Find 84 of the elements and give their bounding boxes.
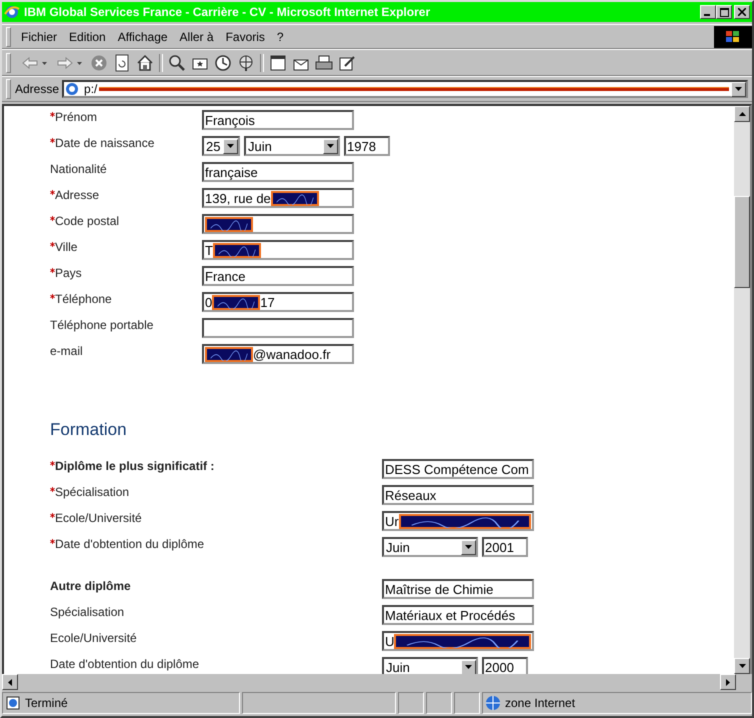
up-arrow-icon [738, 112, 746, 116]
window-title: IBM Global Services France - Carrière - CV - Microsoft Internet Explorer [24, 5, 432, 19]
scroll-down-button[interactable] [734, 658, 750, 674]
field-label: Ecole/Université [55, 511, 142, 525]
menu-item[interactable]: Fichier [15, 30, 64, 44]
text-field[interactable]: @wanadoo.fr [202, 344, 354, 364]
field-label: Pays [55, 266, 82, 280]
scroll-left-button[interactable] [2, 674, 18, 690]
search-icon[interactable] [168, 54, 186, 72]
left-arrow-icon [8, 678, 12, 686]
field-label: Téléphone portable [50, 318, 154, 332]
field-label: Prénom [55, 110, 98, 124]
globe-icon [485, 695, 501, 711]
menu-item[interactable]: Edition [63, 30, 112, 44]
maximize-button[interactable] [716, 5, 732, 19]
field-label: Spécialisation [50, 605, 124, 619]
text-field[interactable]: 0 17 [202, 292, 354, 312]
year-field[interactable]: 2000 [482, 657, 528, 674]
status-panel [398, 692, 424, 714]
text-field[interactable]: France [202, 266, 354, 286]
field-label: Ville [55, 240, 78, 254]
text-field[interactable]: française [202, 162, 354, 182]
address-field[interactable]: p:/ [62, 80, 748, 98]
close-icon [738, 8, 746, 16]
history-icon[interactable] [214, 54, 232, 72]
edit-icon[interactable] [338, 54, 356, 72]
close-button[interactable] [734, 5, 750, 19]
field-label: Spécialisation [55, 485, 130, 499]
windows-logo-icon [714, 26, 752, 48]
field-label: Date de naissance [55, 136, 154, 150]
section-heading: Formation [50, 420, 128, 440]
text-field[interactable]: 139, rue de [202, 188, 354, 208]
month-dropdown[interactable]: Juin [382, 537, 478, 557]
day-dropdown[interactable]: 25 [202, 136, 240, 156]
maximize-icon [720, 8, 728, 16]
field-label: e-mail [50, 344, 83, 358]
text-field[interactable]: T [202, 240, 354, 260]
field-label: Diplôme le plus significatif : [55, 459, 214, 473]
menu-item[interactable]: Aller à [174, 30, 220, 44]
right-arrow-icon [726, 678, 730, 686]
text-field[interactable]: DESS Compétence Com [382, 459, 534, 479]
stop-icon[interactable] [90, 54, 108, 72]
menu-item[interactable]: Affichage [112, 30, 174, 44]
status-text: Terminé [25, 696, 68, 710]
address-label: Adresse [15, 82, 60, 96]
text-field[interactable]: François [202, 110, 354, 130]
field-label: Date d'obtention du diplôme [50, 657, 200, 671]
text-field[interactable]: U [382, 631, 534, 651]
scroll-up-button[interactable] [734, 106, 750, 122]
month-dropdown[interactable]: Juin [382, 657, 478, 674]
status-panel [426, 692, 452, 714]
down-arrow-icon [738, 664, 746, 668]
home-icon[interactable] [136, 54, 154, 72]
text-field[interactable]: Matériaux et Procédés [382, 605, 534, 625]
refresh-icon[interactable] [113, 54, 131, 72]
scroll-right-button[interactable] [720, 674, 736, 690]
scroll-thumb[interactable] [734, 196, 750, 288]
field-label: Téléphone [55, 292, 112, 306]
printer-icon[interactable] [315, 54, 333, 72]
text-field[interactable] [202, 214, 354, 234]
field-label: Adresse [55, 188, 100, 202]
text-field[interactable] [202, 318, 354, 338]
vertical-scrollbar[interactable] [734, 106, 750, 674]
window-icon[interactable] [269, 54, 287, 72]
text-field[interactable]: Maîtrise de Chimie [382, 579, 534, 599]
month-dropdown[interactable]: Juin [244, 136, 340, 156]
field-label: Nationalité [50, 162, 107, 176]
globe-icon[interactable] [237, 54, 255, 72]
field-label: Autre diplôme [50, 579, 131, 593]
status-panel [454, 692, 480, 714]
page-icon [5, 695, 21, 711]
browser-logo-icon [4, 4, 20, 20]
field-label: Code postal [55, 214, 120, 228]
menu-item[interactable]: ? [270, 30, 290, 44]
text-field[interactable]: Ur [382, 511, 534, 531]
field-label: Ecole/Université [50, 631, 137, 645]
year-field[interactable]: 1978 [344, 136, 390, 156]
zone-text: zone Internet [505, 696, 576, 710]
minimize-button[interactable] [700, 5, 716, 19]
page-icon [64, 81, 80, 97]
year-field[interactable]: 2001 [482, 537, 528, 557]
menu-item[interactable]: Favoris [220, 30, 271, 44]
field-label: Date d'obtention du diplôme [55, 537, 204, 551]
text-field[interactable]: Réseaux [382, 485, 534, 505]
